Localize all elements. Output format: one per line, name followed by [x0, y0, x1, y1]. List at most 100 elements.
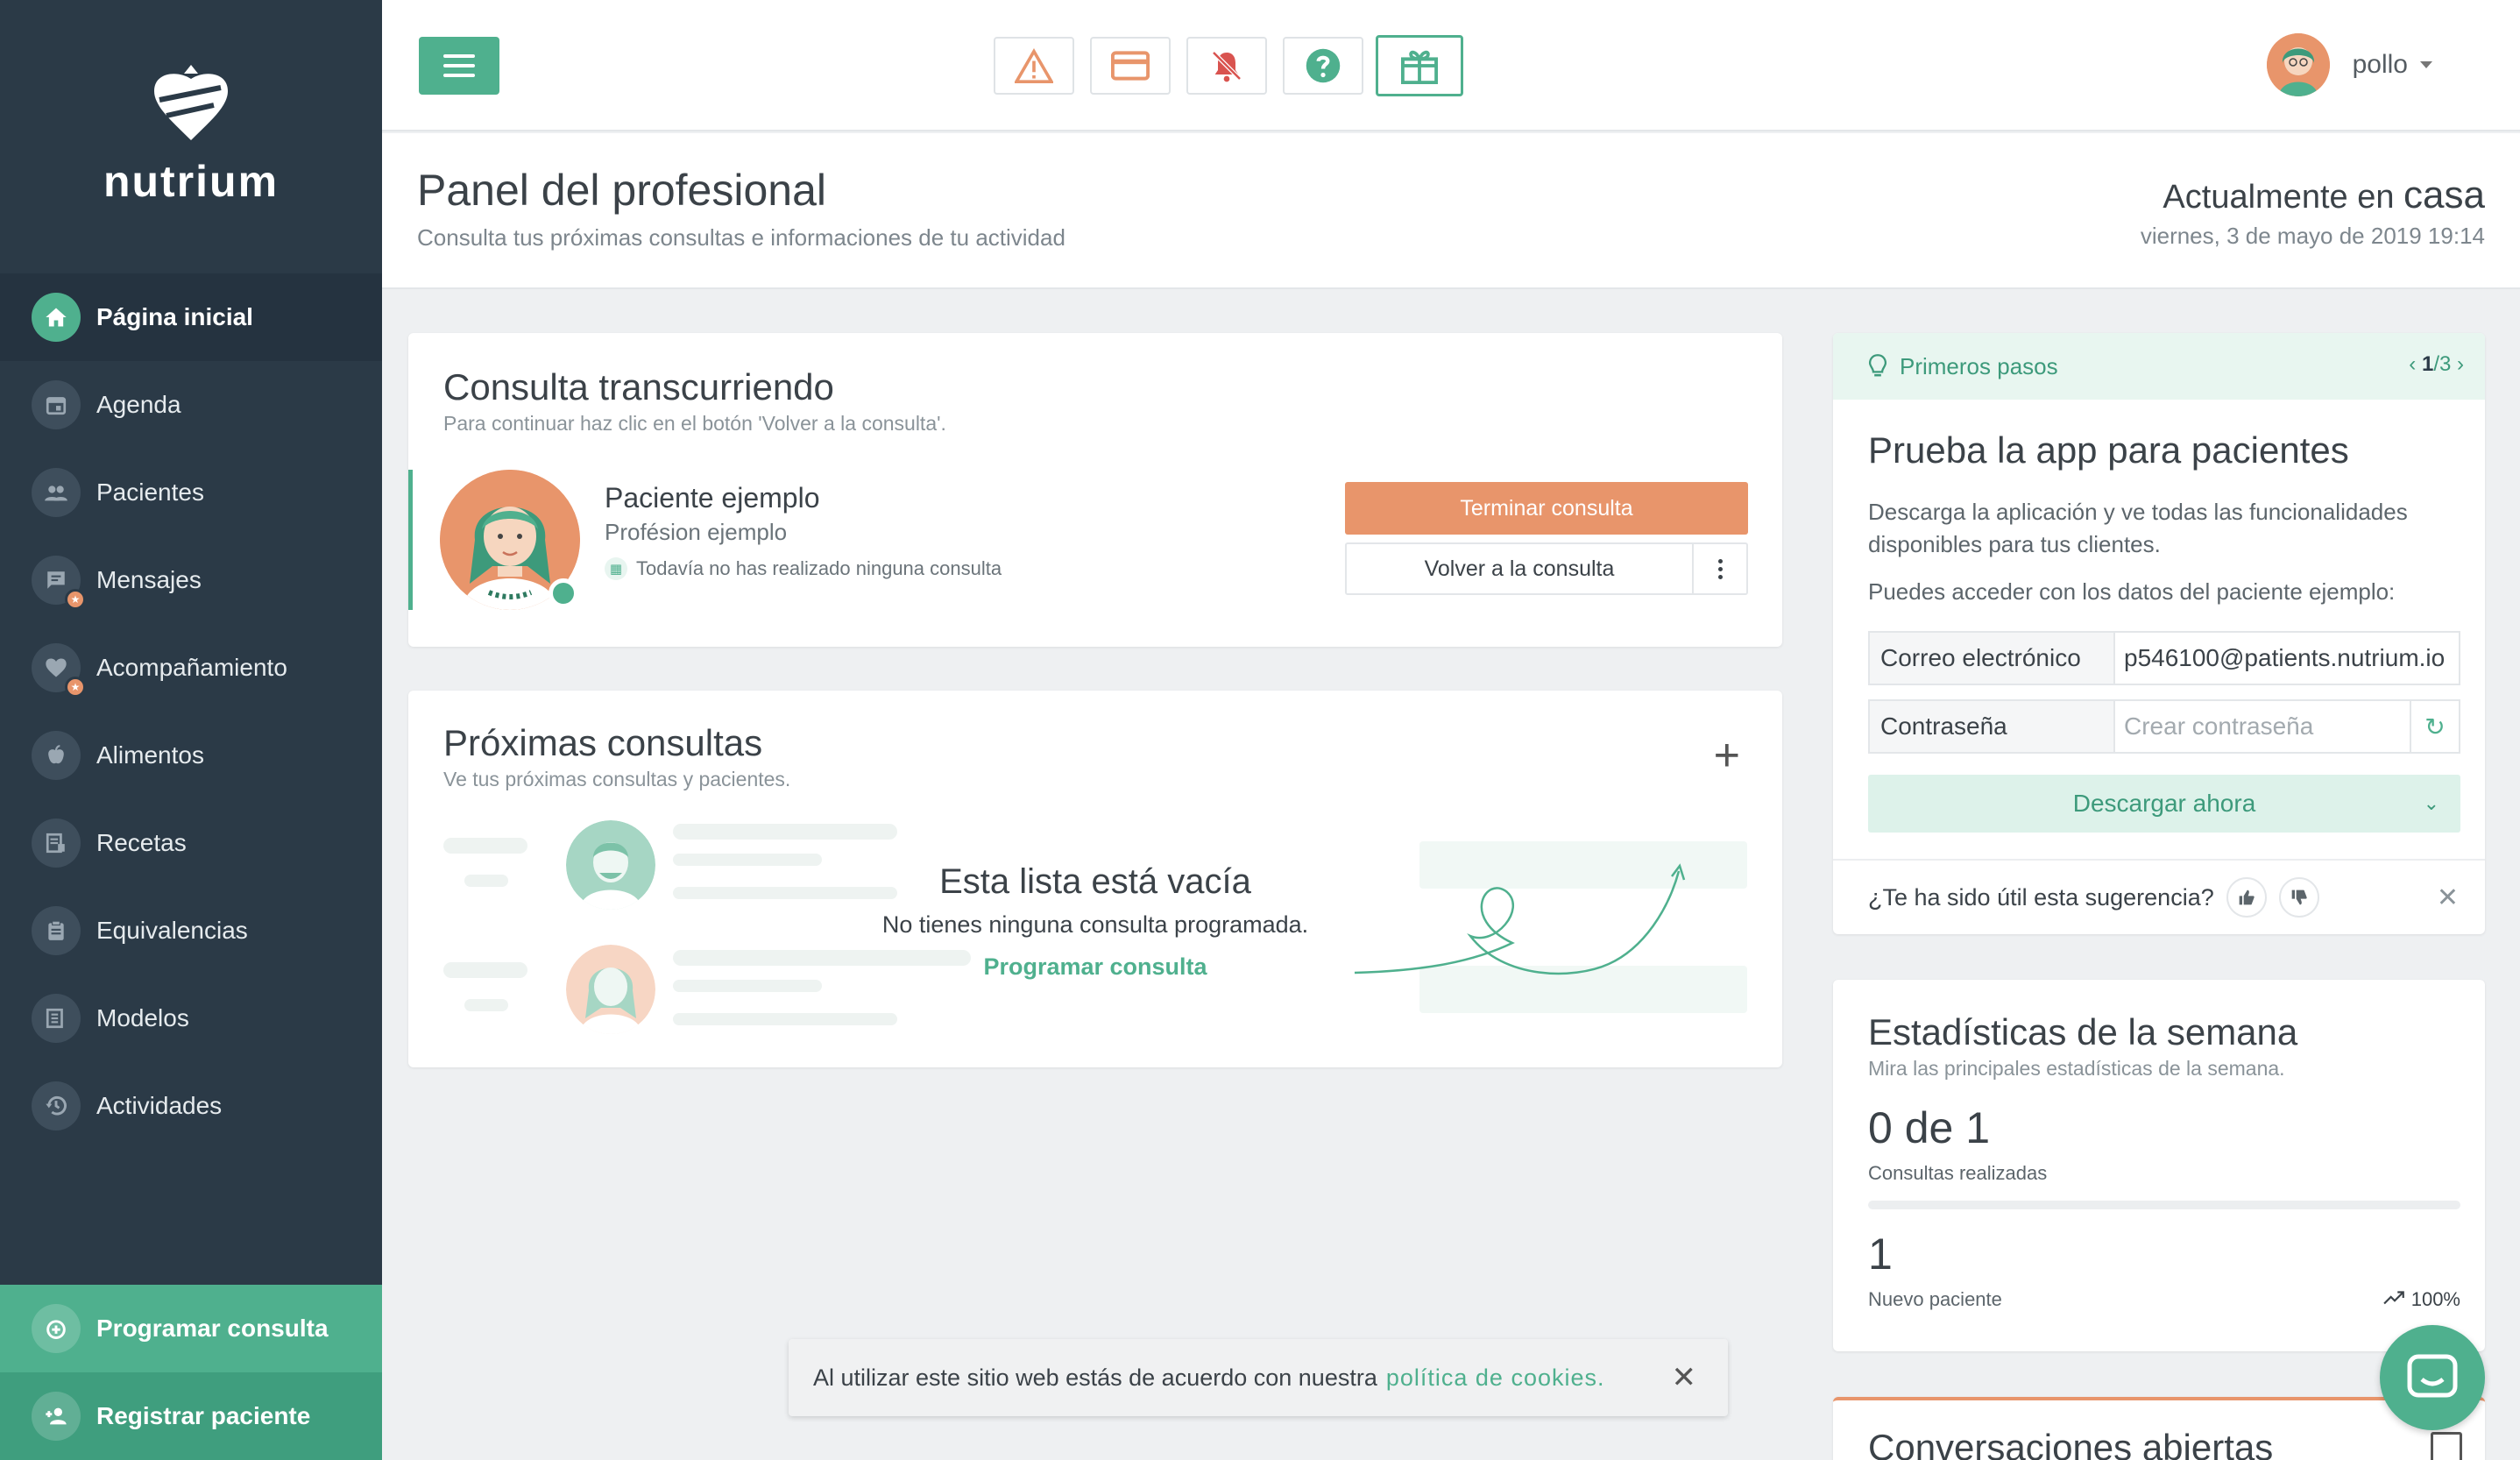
lightbulb-icon: [1868, 354, 1887, 377]
page-subtitle: Consulta tus próximas consultas e inform…: [417, 224, 1065, 251]
sidebar-item-label: Alimentos: [96, 741, 204, 769]
end-consultation-button[interactable]: Terminar consulta: [1345, 482, 1748, 535]
empty-list-title: Esta lista está vacía: [939, 862, 1251, 901]
card-subtitle: Ve tus próximas consultas y pacientes.: [443, 768, 791, 790]
sidebar-item-mensajes[interactable]: ★ Mensajes: [0, 536, 382, 624]
password-credential-row: Contraseña Crear contraseña ↻: [1868, 699, 2460, 754]
consults-value: 0 de 1: [1868, 1103, 1991, 1152]
sidebar-item-label: Mensajes: [96, 566, 202, 593]
register-patient-button[interactable]: Registrar paciente: [0, 1372, 382, 1460]
chevron-down-icon: ⌄: [2423, 792, 2439, 814]
first-steps-card: Primeros pasos ‹ 1/3 › Prueba la app par…: [1833, 333, 2485, 934]
card-subtitle: Mira las principales estadísticas de la …: [1868, 1057, 2285, 1080]
new-patients-value: 1: [1868, 1230, 1893, 1279]
user-menu[interactable]: pollo: [2266, 33, 2432, 96]
back-to-consultation-button[interactable]: Volver a la consulta: [1345, 542, 1694, 595]
add-alarm-icon: [32, 1304, 81, 1353]
card-title: Estadísticas de la semana: [1868, 1011, 2298, 1052]
sidebar-item-label: Recetas: [96, 829, 187, 856]
close-icon[interactable]: ✕: [1672, 1360, 1697, 1395]
sidebar-item-label: Página inicial: [96, 303, 253, 330]
sidebar-item-alimentos[interactable]: Alimentos: [0, 712, 382, 799]
external-link-icon[interactable]: [2431, 1432, 2462, 1460]
register-patient-label: Registrar paciente: [96, 1402, 311, 1429]
star-badge-icon: ★: [65, 589, 86, 610]
gift-icon[interactable]: [1376, 35, 1463, 96]
patient-name[interactable]: Paciente ejemplo: [605, 482, 819, 514]
schedule-consult-button[interactable]: Programar consulta: [0, 1285, 382, 1372]
tip-access-text: Puedes acceder con los datos del pacient…: [1868, 578, 2396, 605]
sidebar-item-equivalencias[interactable]: Equivalencias: [0, 887, 382, 975]
user-name: pollo: [2352, 50, 2408, 79]
calendar-icon: ▦: [605, 557, 627, 580]
avatar: [2266, 33, 2330, 96]
thumbs-down-icon[interactable]: [2278, 877, 2319, 918]
email-value[interactable]: p546100@patients.nutrium.io: [2115, 633, 2459, 684]
topbar: pollo: [382, 0, 2520, 131]
history-icon: [32, 1081, 81, 1130]
sidebar-item-actividades[interactable]: Actividades: [0, 1062, 382, 1150]
sidebar-item-acompanamiento[interactable]: ★ Acompañamiento: [0, 624, 382, 712]
sidebar-item-label: Agenda: [96, 391, 181, 418]
chevron-left-icon[interactable]: ‹: [2409, 352, 2416, 376]
new-patients-label: Nuevo paciente: [1868, 1288, 2002, 1310]
sidebar-actions: Programar consulta Registrar paciente: [0, 1285, 382, 1460]
weekly-stats-card: Estadísticas de la semana Mira las princ…: [1833, 980, 2485, 1351]
card-title: Consulta transcurriendo: [443, 366, 834, 408]
patient-profession: Profésion ejemplo: [605, 519, 788, 545]
download-now-label: Descargar ahora: [2072, 790, 2256, 817]
sidebar-item-recetas[interactable]: Recetas: [0, 799, 382, 887]
warning-icon[interactable]: [994, 37, 1074, 95]
card-title: Próximas consultas: [443, 722, 763, 763]
message-icon: ★: [32, 556, 86, 610]
location-indicator[interactable]: Actualmente en casa: [2163, 174, 2485, 217]
download-now-button[interactable]: Descargar ahora ⌄: [1868, 775, 2460, 833]
password-field[interactable]: Crear contraseña: [2115, 701, 2410, 752]
main-nav: Página inicial Agenda Pacientes ★ Mensaj…: [0, 273, 382, 1150]
help-icon[interactable]: [1283, 37, 1363, 95]
hamburger-icon[interactable]: [419, 37, 499, 95]
chevron-right-icon[interactable]: ›: [2457, 352, 2464, 376]
current-datetime: viernes, 3 de mayo de 2019 19:14: [2140, 223, 2485, 249]
close-icon[interactable]: ✕: [2437, 882, 2459, 913]
open-conversations-card: Conversaciones abiertas: [1833, 1397, 2485, 1460]
cookie-text: Al utilizar este sitio web estás de acue…: [813, 1364, 1377, 1391]
star-badge-icon: ★: [65, 677, 86, 698]
cookie-policy-link[interactable]: política de cookies.: [1386, 1364, 1605, 1392]
pager-current: 1: [2421, 352, 2434, 376]
placeholder-line: [673, 824, 897, 840]
sidebar-item-pacientes[interactable]: Pacientes: [0, 449, 382, 536]
thumbs-up-icon[interactable]: [2226, 877, 2267, 918]
patients-trend-value: 100%: [2410, 1288, 2460, 1310]
more-options-icon[interactable]: [1692, 542, 1748, 595]
add-consultation-icon[interactable]: +: [1714, 729, 1740, 782]
bell-off-icon[interactable]: [1186, 37, 1267, 95]
feedback-question: ¿Te ha sido útil esta sugerencia?: [1868, 883, 2214, 911]
schedule-consult-link-text[interactable]: Programar consulta: [983, 953, 1207, 980]
sidebar-item-label: Actividades: [96, 1092, 223, 1119]
email-credential-row: Correo electrónico p546100@patients.nutr…: [1868, 631, 2460, 685]
location-prefix: Actualmente en: [2163, 179, 2395, 216]
clipboard-icon: [32, 906, 81, 955]
sidebar-item-label: Equivalencias: [96, 917, 248, 944]
nutrium-logo-icon: [154, 65, 228, 140]
last-consult-note: ▦ Todavía no has realizado ninguna consu…: [605, 557, 1002, 580]
placeholder-line: [673, 1013, 897, 1025]
heart-icon: ★: [32, 643, 86, 698]
consults-progress-bar: [1868, 1201, 2460, 1209]
password-label: Contraseña: [1870, 701, 2115, 752]
brand-name: nutrium: [103, 157, 280, 206]
placeholder-line: [464, 999, 508, 1011]
sidebar-item-modelos[interactable]: Modelos: [0, 975, 382, 1062]
tip-title: Prueba la app para pacientes: [1868, 429, 2349, 471]
sidebar-item-label: Modelos: [96, 1004, 189, 1031]
sidebar-item-agenda[interactable]: Agenda: [0, 361, 382, 449]
sidebar-item-home[interactable]: Página inicial: [0, 273, 382, 361]
chat-launcher-icon[interactable]: [2380, 1325, 2485, 1430]
chevron-down-icon: [2420, 61, 2432, 68]
credit-card-icon[interactable]: [1090, 37, 1171, 95]
refresh-icon[interactable]: ↻: [2410, 701, 2459, 752]
empty-list-message: No tienes ninguna consulta programada.: [881, 911, 1309, 938]
brand-logo[interactable]: nutrium: [0, 61, 382, 207]
page-title: Panel del profesional: [417, 166, 826, 215]
